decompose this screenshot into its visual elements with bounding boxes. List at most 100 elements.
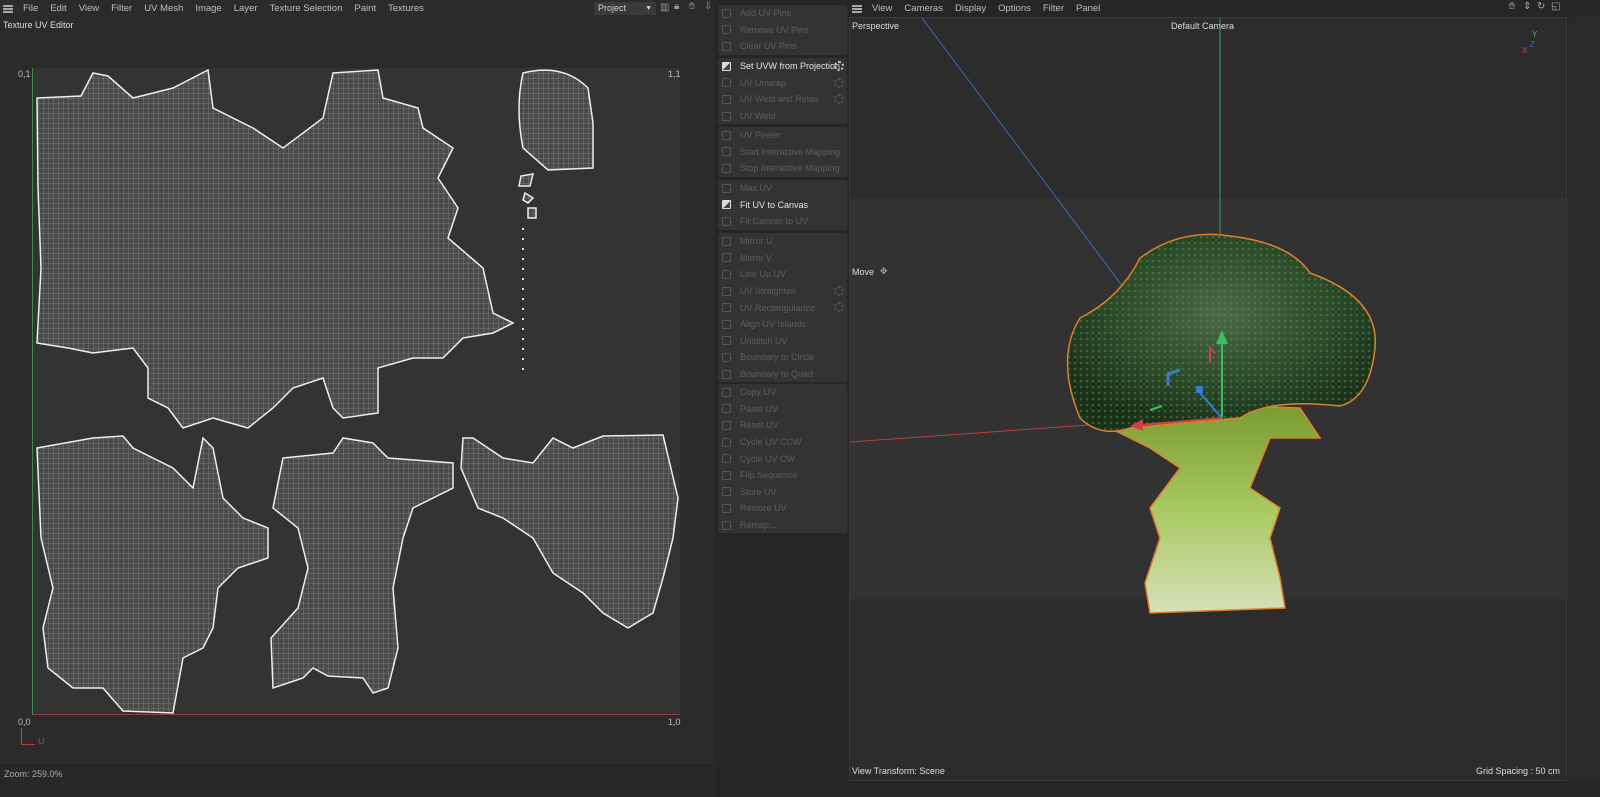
tool-label: Clear UV Pins bbox=[740, 41, 797, 52]
add-uv-pins-icon bbox=[722, 8, 731, 18]
tool-uv-straighten[interactable]: UV Straighten bbox=[718, 283, 847, 300]
move-view-icon[interactable]: ⇕ bbox=[1523, 1, 1531, 12]
project-dropdown-value: Project bbox=[598, 3, 627, 13]
tool-max-uv[interactable]: Max UV bbox=[718, 180, 847, 197]
stop-interactive-mapping-icon bbox=[722, 163, 731, 173]
tool-boundary-to-circle[interactable]: Boundary to Circle bbox=[718, 349, 847, 366]
tool-uv-peeler[interactable]: UV Peeler bbox=[718, 127, 847, 144]
gear-icon[interactable] bbox=[834, 302, 844, 313]
hamburger-menu-icon[interactable] bbox=[3, 4, 13, 13]
maximize-view-icon[interactable]: ◱ bbox=[1551, 1, 1560, 12]
menu-edit[interactable]: Edit bbox=[44, 3, 72, 14]
gear-icon[interactable] bbox=[834, 94, 844, 105]
uv-peeler-icon bbox=[722, 130, 731, 140]
line-up-uv-icon bbox=[722, 269, 731, 279]
uv-tools-panel: Add UV Pins Remove UV Pins Clear UV Pins Se… bbox=[716, 0, 848, 797]
tool-paste-uv[interactable]: Paste UV bbox=[718, 401, 847, 418]
menu-view[interactable]: View bbox=[866, 3, 898, 14]
tool-cycle-uv-cw[interactable]: Cycle UV CW bbox=[718, 450, 847, 467]
tool-add-uv-pins[interactable]: Add UV Pins bbox=[718, 5, 847, 22]
reset-uv-icon bbox=[722, 420, 731, 430]
tool-label: Fit Canvas to UV bbox=[740, 216, 809, 227]
tool-mirror-v[interactable]: Mirror V bbox=[718, 250, 847, 267]
tool-group: Add UV Pins Remove UV Pins Clear UV Pins bbox=[718, 5, 847, 55]
menu-cameras[interactable]: Cameras bbox=[898, 3, 949, 14]
menu-filter[interactable]: Filter bbox=[105, 3, 138, 14]
tool-start-interactive-mapping[interactable]: Start Interactive Mapping bbox=[718, 144, 847, 161]
menu-uv-mesh[interactable]: UV Mesh bbox=[138, 3, 189, 14]
gear-icon[interactable] bbox=[834, 77, 844, 88]
remap-icon bbox=[722, 520, 731, 530]
tool-label: Boundary to Circle bbox=[740, 352, 815, 363]
tool-store-uv[interactable]: Store UV bbox=[718, 484, 847, 501]
mirror-v-icon bbox=[722, 253, 731, 263]
uv-editor-panel: File Edit View Filter UV Mesh Image Laye… bbox=[0, 0, 715, 797]
tool-group: UV Peeler Start Interactive Mapping Stop I… bbox=[718, 127, 847, 177]
menu-view[interactable]: View bbox=[73, 3, 105, 14]
3d-viewport[interactable]: Perspective Default Camera Move ✥ Y Z X … bbox=[849, 17, 1568, 781]
project-dropdown[interactable]: Project ▼ bbox=[594, 2, 656, 15]
tool-reset-uv[interactable]: Reset UV bbox=[718, 417, 847, 434]
gear-icon[interactable] bbox=[834, 285, 844, 296]
tool-cycle-uv-ccw[interactable]: Cycle UV CCW bbox=[718, 434, 847, 451]
tool-unstitch-uv[interactable]: Unstitch UV bbox=[718, 333, 847, 350]
start-interactive-mapping-icon bbox=[722, 147, 731, 157]
chart-icon[interactable]: ▥ bbox=[660, 2, 669, 13]
menu-file[interactable]: File bbox=[17, 3, 44, 14]
hand-pan-icon[interactable]: ✋︎ bbox=[1509, 1, 1515, 12]
mirror-u-icon bbox=[722, 236, 731, 246]
panel-title: Texture UV Editor bbox=[3, 20, 74, 30]
viewport-side-strip bbox=[1569, 17, 1600, 781]
viewport-menu-bar: View Cameras Display Options Filter Pane… bbox=[849, 0, 1600, 17]
tool-label: Copy UV bbox=[740, 387, 777, 398]
tool-line-up-uv[interactable]: Line Up UV bbox=[718, 266, 847, 283]
hamburger-menu-icon[interactable] bbox=[852, 4, 862, 13]
boundary-to-quad-icon bbox=[722, 369, 731, 379]
menu-layer[interactable]: Layer bbox=[228, 3, 264, 14]
tool-fit-canvas-to-uv[interactable]: Fit Canvas to UV bbox=[718, 213, 847, 230]
menu-options[interactable]: Options bbox=[992, 3, 1037, 14]
tool-copy-uv[interactable]: Copy UV bbox=[718, 384, 847, 401]
projection-label[interactable]: Perspective bbox=[852, 21, 899, 31]
max-uv-icon bbox=[722, 183, 731, 193]
flip-sequence-icon bbox=[722, 470, 731, 480]
tool-restore-uv[interactable]: Restore UV bbox=[718, 500, 847, 517]
pin-icon[interactable]: ⇩ bbox=[704, 1, 712, 12]
menu-texture-selection[interactable]: Texture Selection bbox=[263, 3, 348, 14]
viewport-panel: View Cameras Display Options Filter Pane… bbox=[849, 0, 1600, 797]
rotate-view-icon[interactable]: ↻ bbox=[1537, 1, 1545, 12]
uv-islands bbox=[36, 68, 679, 714]
tool-boundary-to-quad[interactable]: Boundary to Quad bbox=[718, 366, 847, 383]
fit-uv-to-canvas-icon bbox=[722, 200, 731, 210]
menu-filter[interactable]: Filter bbox=[1037, 3, 1070, 14]
menu-display[interactable]: Display bbox=[949, 3, 992, 14]
tool-uv-weld-and-relax[interactable]: UV Weld and Relax bbox=[718, 91, 847, 108]
lock-icon[interactable]: 🔒︎ bbox=[674, 1, 679, 12]
tool-mirror-u[interactable]: Mirror U bbox=[718, 233, 847, 250]
tool-label: Start Interactive Mapping bbox=[740, 146, 841, 157]
tool-align-uv-islands[interactable]: Align UV Islands bbox=[718, 316, 847, 333]
menu-textures[interactable]: Textures bbox=[382, 3, 430, 14]
tool-flip-sequence[interactable]: Flip Sequence bbox=[718, 467, 847, 484]
menu-panel[interactable]: Panel bbox=[1070, 3, 1106, 14]
gear-icon[interactable] bbox=[834, 61, 844, 71]
tool-uv-rectangularize[interactable]: UV Rectangularize bbox=[718, 299, 847, 316]
tool-clear-uv-pins[interactable]: Clear UV Pins bbox=[718, 38, 847, 55]
tool-uv-unwrap[interactable]: UV Unwrap bbox=[718, 75, 847, 92]
tool-fit-uv-to-canvas[interactable]: Fit UV to Canvas bbox=[718, 197, 847, 214]
align-uv-islands-icon bbox=[722, 319, 731, 329]
tool-group: Max UV Fit UV to Canvas Fit Canvas to UV bbox=[718, 180, 847, 230]
camera-label[interactable]: Default Camera bbox=[1171, 21, 1234, 31]
tool-uv-weld[interactable]: UV Weld bbox=[718, 108, 847, 125]
tool-label: Stop Interactive Mapping bbox=[740, 163, 840, 174]
menu-image[interactable]: Image bbox=[189, 3, 227, 14]
tool-label: Align UV Islands bbox=[740, 319, 807, 330]
tool-label: Reset UV bbox=[740, 420, 779, 431]
tool-stop-interactive-mapping[interactable]: Stop Interactive Mapping bbox=[718, 160, 847, 177]
hand-icon[interactable]: ✋︎ bbox=[689, 1, 695, 12]
uv-canvas[interactable] bbox=[32, 68, 680, 715]
tool-remap[interactable]: Remap... bbox=[718, 517, 847, 534]
tool-remove-uv-pins[interactable]: Remove UV Pins bbox=[718, 22, 847, 39]
menu-paint[interactable]: Paint bbox=[348, 3, 382, 14]
tool-set-uvw-from-projection[interactable]: Set UVW from Projection bbox=[718, 58, 847, 75]
